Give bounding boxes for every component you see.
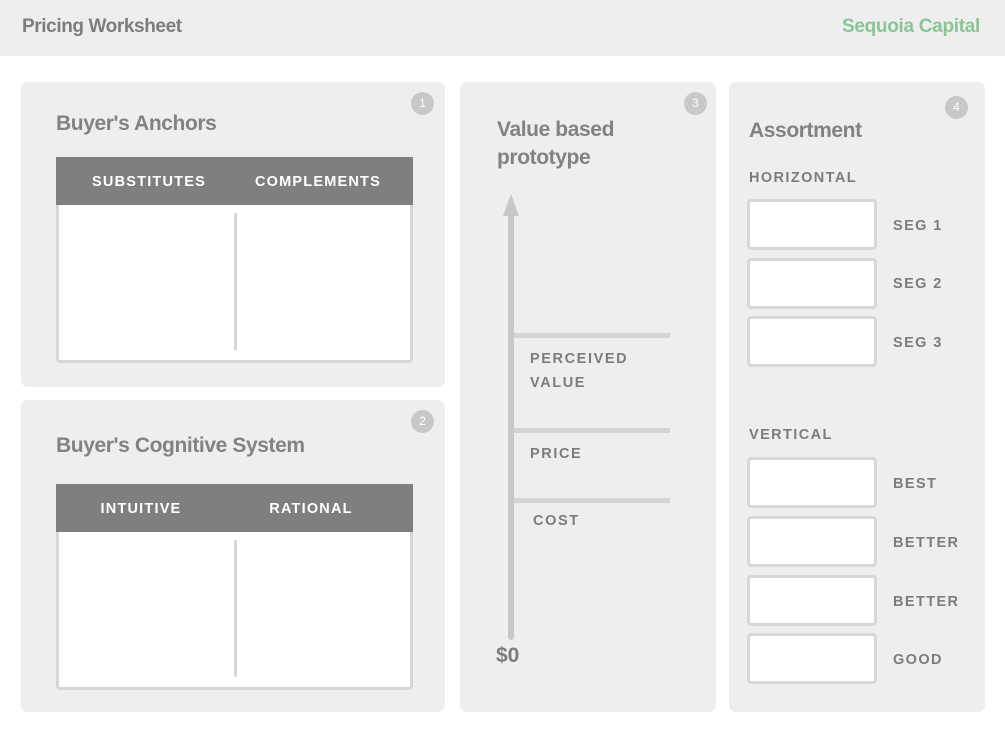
column-divider: [234, 540, 237, 677]
brand-name: Sequoia Capital: [841, 16, 980, 37]
step-badge-4: 4: [945, 96, 968, 119]
axis-arrow-icon: [503, 194, 519, 216]
zero-label: $0: [496, 644, 520, 667]
assortment-title: Assortment: [749, 119, 862, 142]
perceived-value-label: PERCEIVED VALUE: [530, 351, 629, 391]
better-label-2: BETTER: [893, 594, 960, 610]
column-header-intuitive: INTUITIVE: [100, 501, 182, 517]
assortment-panel: 4 Assortment HORIZONTAL SEG 1 SEG 2 SEG …: [729, 82, 985, 712]
seg-3-box[interactable]: [747, 316, 877, 367]
seg-1-box[interactable]: [747, 199, 877, 250]
cost-label: COST: [533, 513, 580, 529]
column-header-rational: RATIONAL: [269, 501, 353, 517]
seg-2-box[interactable]: [747, 258, 877, 309]
column-header-substitutes: SUBSTITUTES: [92, 174, 206, 190]
better-box-2[interactable]: [747, 575, 877, 626]
anchors-table-header: SUBSTITUTES COMPLEMENTS: [56, 157, 413, 205]
price-label: PRICE: [530, 446, 583, 462]
seg-2-label: SEG 2: [893, 276, 943, 292]
seg-1-label: SEG 1: [893, 218, 943, 234]
step-badge-1: 1: [411, 92, 434, 115]
vertical-label: VERTICAL: [749, 427, 833, 443]
cognitive-panel: 2 Buyer's Cognitive System INTUITIVE RAT…: [21, 400, 445, 712]
anchors-panel: 1 Buyer's Anchors SUBSTITUTES COMPLEMENT…: [21, 82, 445, 387]
better-box-1[interactable]: [747, 516, 877, 567]
prototype-title-line2: prototype: [497, 146, 591, 169]
substitutes-cell[interactable]: [59, 205, 233, 360]
intuitive-cell[interactable]: [59, 532, 233, 687]
best-label: BEST: [893, 476, 938, 492]
good-box[interactable]: [747, 633, 877, 684]
cognitive-table: INTUITIVE RATIONAL: [56, 484, 413, 690]
cognitive-title: Buyer's Cognitive System: [56, 434, 305, 457]
prototype-title-line1: Value based: [497, 118, 614, 141]
anchors-title: Buyer's Anchors: [56, 112, 217, 135]
seg-3-label: SEG 3: [893, 335, 943, 351]
best-box[interactable]: [747, 457, 877, 508]
header-bar: Pricing Worksheet Sequoia Capital: [0, 0, 1005, 56]
column-divider: [234, 213, 237, 350]
complements-cell[interactable]: [238, 205, 410, 360]
better-label-1: BETTER: [893, 535, 960, 551]
cost-line: [514, 498, 670, 503]
good-label: GOOD: [893, 652, 943, 668]
prototype-panel: 3 Value based prototype PERCEIVED VALUE …: [460, 82, 716, 712]
rational-cell[interactable]: [238, 532, 410, 687]
step-badge-3: 3: [684, 92, 707, 115]
price-line: [514, 428, 670, 433]
app-title: Pricing Worksheet: [22, 16, 182, 37]
step-badge-2: 2: [411, 410, 434, 433]
value-axis: [508, 214, 514, 640]
perceived-value-line: [514, 333, 670, 338]
horizontal-label: HORIZONTAL: [749, 170, 857, 186]
cognitive-table-header: INTUITIVE RATIONAL: [56, 484, 413, 532]
column-header-complements: COMPLEMENTS: [255, 174, 381, 190]
anchors-table: SUBSTITUTES COMPLEMENTS: [56, 157, 413, 363]
